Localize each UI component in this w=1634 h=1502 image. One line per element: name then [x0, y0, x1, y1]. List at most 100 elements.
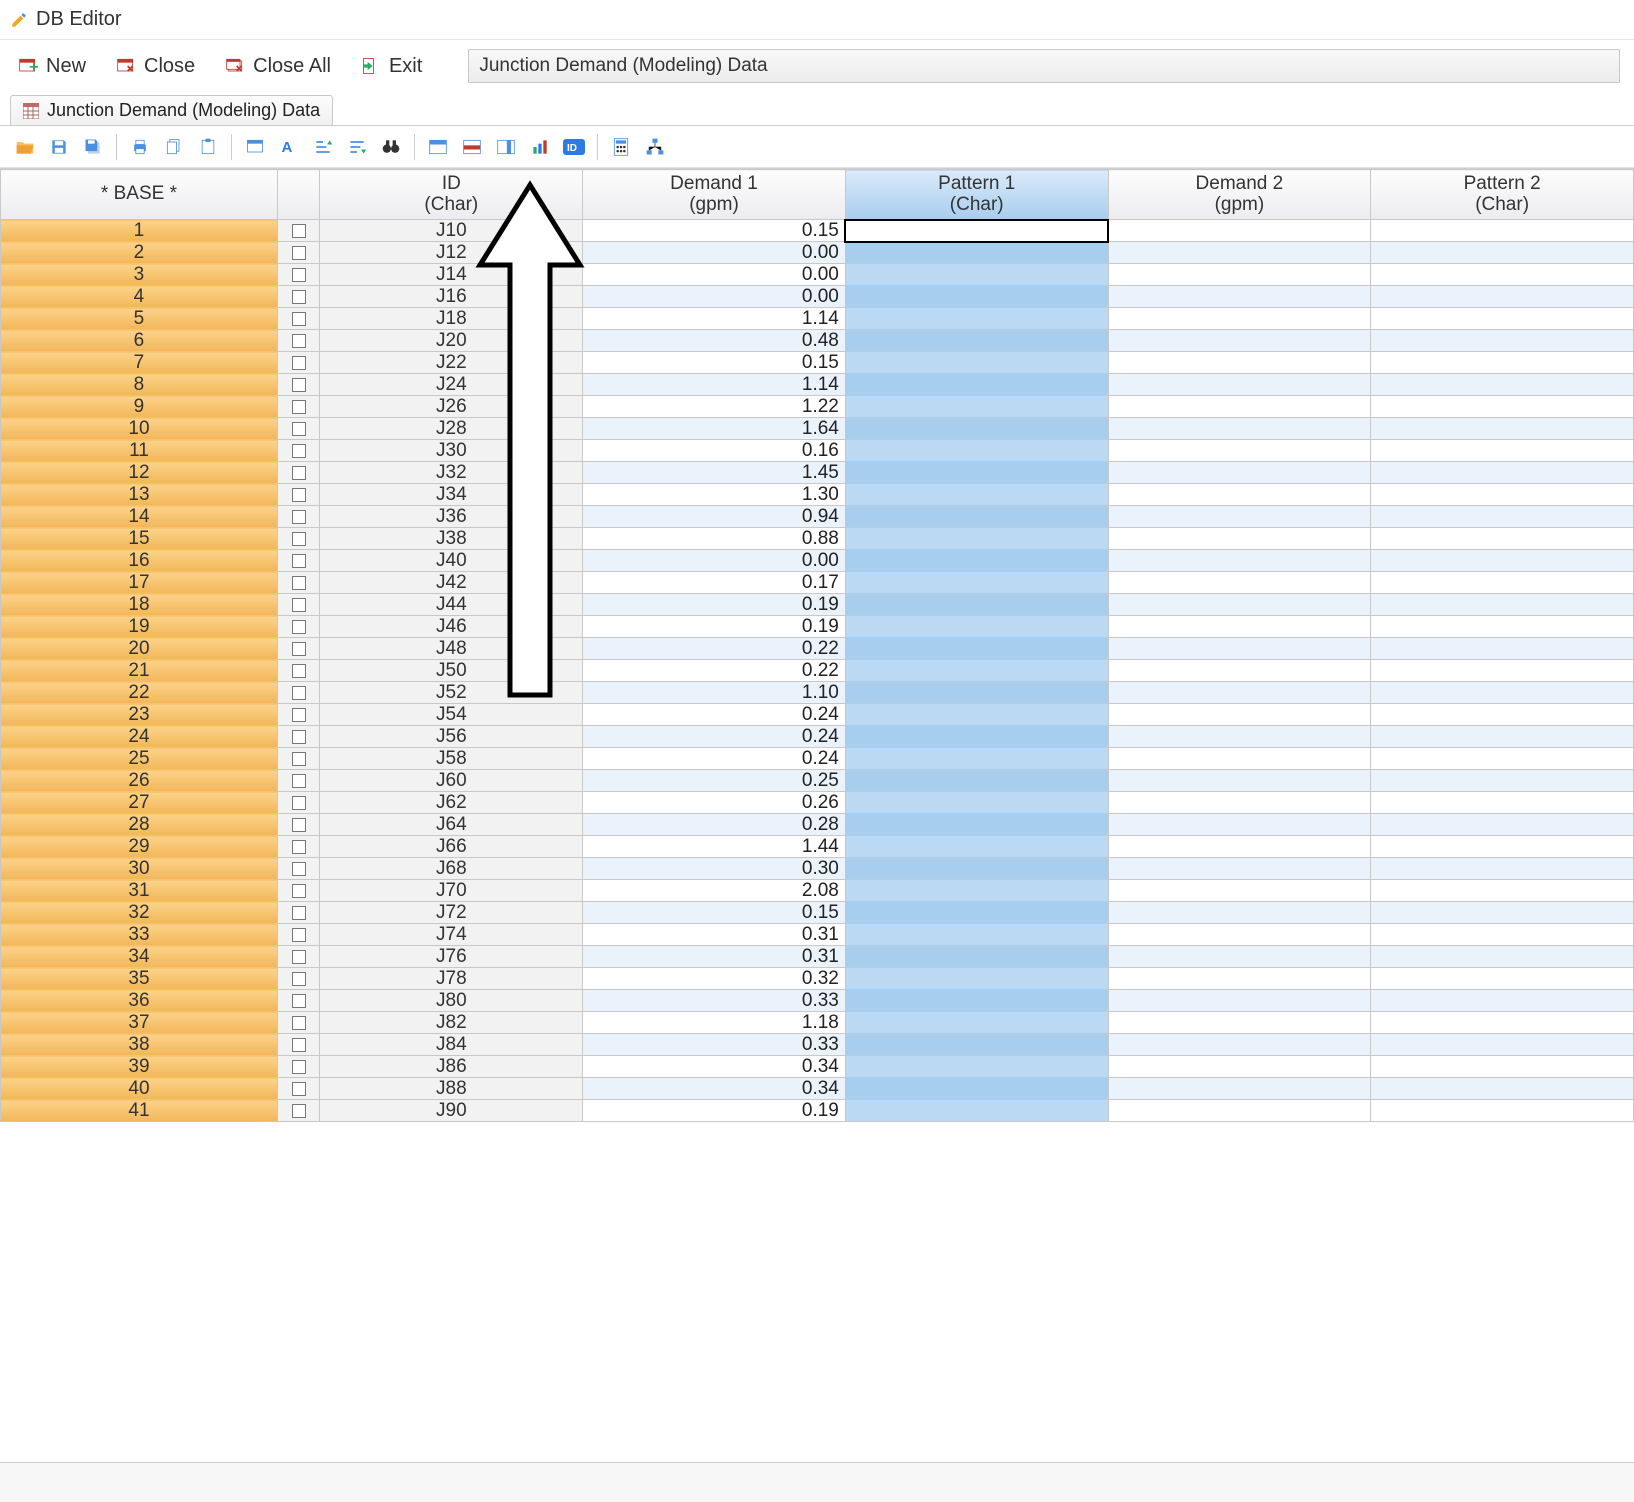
row-number-cell[interactable]: 4: [1, 286, 278, 308]
table-row[interactable]: 6J200.48: [1, 330, 1634, 352]
id-cell[interactable]: J50: [320, 660, 583, 682]
pattern1-cell[interactable]: [845, 418, 1108, 440]
row-checkbox-cell[interactable]: [277, 506, 320, 528]
pattern2-cell[interactable]: [1371, 264, 1634, 286]
demand1-cell[interactable]: 0.00: [583, 550, 846, 572]
checkbox-icon[interactable]: [292, 246, 306, 260]
row-checkbox-cell[interactable]: [277, 220, 320, 242]
table-row[interactable]: 33J740.31: [1, 924, 1634, 946]
row-number-cell[interactable]: 12: [1, 462, 278, 484]
pattern2-cell[interactable]: [1371, 814, 1634, 836]
table-row[interactable]: 13J341.30: [1, 484, 1634, 506]
context-dropdown[interactable]: [468, 49, 1620, 83]
table-row[interactable]: 9J261.22: [1, 396, 1634, 418]
id-cell[interactable]: J62: [320, 792, 583, 814]
demand2-cell[interactable]: [1108, 946, 1371, 968]
demand2-cell[interactable]: [1108, 264, 1371, 286]
pattern1-cell[interactable]: [845, 792, 1108, 814]
row-number-cell[interactable]: 29: [1, 836, 278, 858]
demand1-cell[interactable]: 0.25: [583, 770, 846, 792]
pattern2-cell[interactable]: [1371, 638, 1634, 660]
row-number-cell[interactable]: 14: [1, 506, 278, 528]
checkbox-icon[interactable]: [292, 422, 306, 436]
pattern2-cell[interactable]: [1371, 286, 1634, 308]
demand2-cell[interactable]: [1108, 308, 1371, 330]
row-checkbox-cell[interactable]: [277, 902, 320, 924]
demand1-cell[interactable]: 0.00: [583, 286, 846, 308]
table-row[interactable]: 1J100.15: [1, 220, 1634, 242]
row-number-cell[interactable]: 38: [1, 1034, 278, 1056]
demand1-cell[interactable]: 1.44: [583, 836, 846, 858]
id-cell[interactable]: J88: [320, 1078, 583, 1100]
row-number-cell[interactable]: 13: [1, 484, 278, 506]
table-row[interactable]: 30J680.30: [1, 858, 1634, 880]
pattern1-cell[interactable]: [845, 616, 1108, 638]
table-row[interactable]: 12J321.45: [1, 462, 1634, 484]
pattern2-cell[interactable]: [1371, 1078, 1634, 1100]
id-cell[interactable]: J24: [320, 374, 583, 396]
pattern1-cell[interactable]: [845, 858, 1108, 880]
row-number-cell[interactable]: 36: [1, 990, 278, 1012]
pattern2-cell[interactable]: [1371, 726, 1634, 748]
demand2-cell[interactable]: [1108, 220, 1371, 242]
pattern1-cell[interactable]: [845, 242, 1108, 264]
pattern2-cell[interactable]: [1371, 946, 1634, 968]
checkbox-icon[interactable]: [292, 532, 306, 546]
row-checkbox-cell[interactable]: [277, 264, 320, 286]
row-checkbox-cell[interactable]: [277, 1056, 320, 1078]
delete-row-button[interactable]: [457, 132, 487, 162]
demand2-cell[interactable]: [1108, 880, 1371, 902]
row-checkbox-cell[interactable]: [277, 286, 320, 308]
id-cell[interactable]: J46: [320, 616, 583, 638]
demand1-cell[interactable]: 0.30: [583, 858, 846, 880]
demand2-cell[interactable]: [1108, 352, 1371, 374]
id-cell[interactable]: J56: [320, 726, 583, 748]
table-row[interactable]: 10J281.64: [1, 418, 1634, 440]
row-checkbox-cell[interactable]: [277, 638, 320, 660]
table-row[interactable]: 37J821.18: [1, 1012, 1634, 1034]
pattern2-cell[interactable]: [1371, 836, 1634, 858]
demand1-cell[interactable]: 1.30: [583, 484, 846, 506]
pattern2-cell[interactable]: [1371, 770, 1634, 792]
row-checkbox-cell[interactable]: [277, 440, 320, 462]
pattern1-cell[interactable]: [845, 396, 1108, 418]
demand1-cell[interactable]: 0.32: [583, 968, 846, 990]
demand2-cell[interactable]: [1108, 638, 1371, 660]
demand1-cell[interactable]: 0.34: [583, 1078, 846, 1100]
pattern2-cell[interactable]: [1371, 880, 1634, 902]
checkbox-icon[interactable]: [292, 840, 306, 854]
demand1-cell[interactable]: 0.19: [583, 616, 846, 638]
header-checkbox[interactable]: [277, 170, 320, 220]
checkbox-icon[interactable]: [292, 730, 306, 744]
row-checkbox-cell[interactable]: [277, 748, 320, 770]
row-checkbox-cell[interactable]: [277, 726, 320, 748]
pattern2-cell[interactable]: [1371, 968, 1634, 990]
insert-row-button[interactable]: [423, 132, 453, 162]
row-checkbox-cell[interactable]: [277, 814, 320, 836]
row-checkbox-cell[interactable]: [277, 242, 320, 264]
demand2-cell[interactable]: [1108, 726, 1371, 748]
checkbox-icon[interactable]: [292, 444, 306, 458]
pattern1-cell[interactable]: [845, 550, 1108, 572]
paste-button[interactable]: [193, 132, 223, 162]
checkbox-icon[interactable]: [292, 950, 306, 964]
id-cell[interactable]: J82: [320, 1012, 583, 1034]
id-cell[interactable]: J44: [320, 594, 583, 616]
id-cell[interactable]: J26: [320, 396, 583, 418]
demand1-cell[interactable]: 1.14: [583, 374, 846, 396]
print-button[interactable]: [125, 132, 155, 162]
table-row[interactable]: 4J160.00: [1, 286, 1634, 308]
demand2-cell[interactable]: [1108, 1012, 1371, 1034]
demand1-cell[interactable]: 1.18: [583, 1012, 846, 1034]
demand2-cell[interactable]: [1108, 616, 1371, 638]
table-row[interactable]: 28J640.28: [1, 814, 1634, 836]
row-number-cell[interactable]: 11: [1, 440, 278, 462]
header-pattern1[interactable]: Pattern 1(Char): [845, 170, 1108, 220]
chart-button[interactable]: [525, 132, 555, 162]
pattern1-cell[interactable]: [845, 352, 1108, 374]
demand1-cell[interactable]: 0.22: [583, 660, 846, 682]
id-cell[interactable]: J60: [320, 770, 583, 792]
row-checkbox-cell[interactable]: [277, 572, 320, 594]
table-row[interactable]: 27J620.26: [1, 792, 1634, 814]
checkbox-icon[interactable]: [292, 290, 306, 304]
